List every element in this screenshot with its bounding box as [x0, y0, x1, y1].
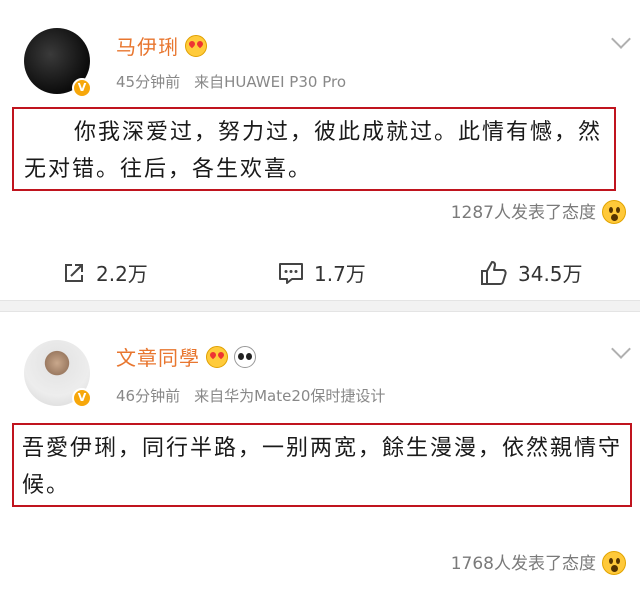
comment-count: 1.7万	[314, 262, 366, 286]
verified-badge-icon: V	[72, 388, 92, 408]
comment-icon	[279, 262, 303, 284]
thumbs-up-icon	[481, 260, 507, 285]
post-source: 来自华为Mate20保时捷设计	[194, 387, 386, 405]
author-name-line: 文章同學	[116, 342, 256, 371]
weibo-post-2: V 文章同學 46分钟前 来自华为Mate20保时捷设计 吾愛伊琍，同行半路，一别…	[0, 312, 640, 594]
wow-emoji-icon	[602, 200, 626, 224]
share-button[interactable]: 2.2万	[62, 258, 148, 287]
love-emoji-icon	[206, 346, 228, 368]
post-meta: 45分钟前 来自HUAWEI P30 Pro	[116, 71, 346, 92]
post-divider	[0, 300, 640, 312]
author-name[interactable]: 文章同學	[116, 346, 200, 370]
share-icon	[65, 263, 83, 282]
like-button[interactable]: 34.5万	[480, 258, 583, 287]
share-count: 2.2万	[96, 262, 148, 286]
love-emoji-icon	[185, 35, 207, 57]
reactions-summary[interactable]: 1768人发表了态度	[451, 549, 626, 575]
reactions-count: 1768人发表了态度	[450, 554, 596, 574]
action-bar: 2.2万 1.7万 34.5万	[0, 258, 640, 288]
comment-button[interactable]: 1.7万	[278, 258, 366, 287]
wow-emoji-icon	[602, 551, 626, 575]
panda-emoji-icon	[234, 346, 256, 368]
chevron-down-icon[interactable]	[611, 29, 631, 49]
author-name-line: 马伊琍	[116, 31, 207, 60]
post-source: 来自HUAWEI P30 Pro	[194, 73, 346, 91]
chevron-down-icon[interactable]	[611, 339, 631, 359]
reactions-summary[interactable]: 1287人发表了态度	[451, 198, 626, 224]
post-content: 你我深爱过，努力过，彼此成就过。此情有憾，然无对错。往后，各生欢喜。	[12, 107, 616, 191]
post-meta: 46分钟前 来自华为Mate20保时捷设计	[116, 385, 385, 406]
post-time: 45分钟前	[116, 73, 181, 91]
weibo-post-1: V 马伊琍 45分钟前 来自HUAWEI P30 Pro 你我深爱过，努力过，彼此…	[0, 0, 640, 300]
post-content: 吾愛伊琍，同行半路，一别两宽，餘生漫漫，依然親情守候。	[12, 423, 632, 507]
reactions-count: 1287人发表了态度	[450, 203, 596, 223]
like-count: 34.5万	[518, 262, 583, 286]
author-name[interactable]: 马伊琍	[116, 35, 179, 59]
post-time: 46分钟前	[116, 387, 181, 405]
verified-badge-icon: V	[72, 78, 92, 98]
